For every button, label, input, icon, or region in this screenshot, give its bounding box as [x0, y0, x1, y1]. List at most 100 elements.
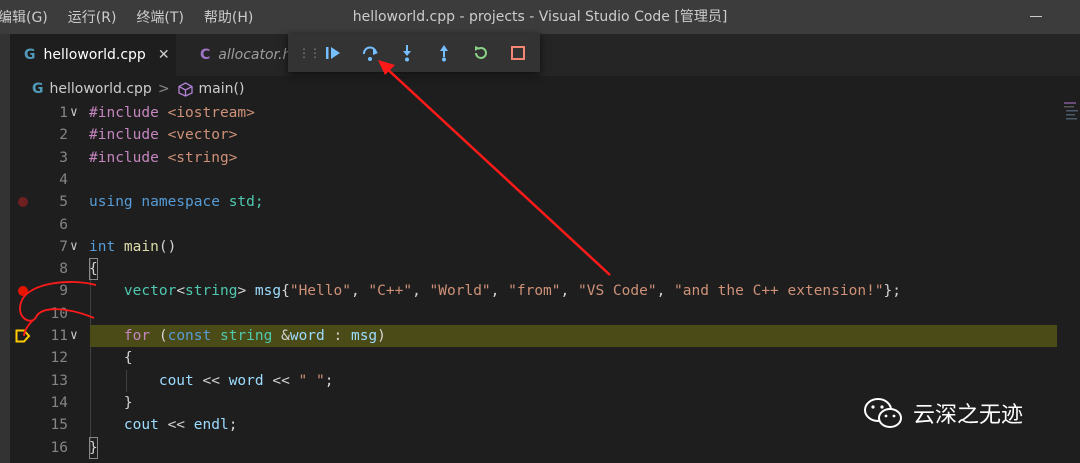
code-line: 3 #include <string>	[10, 147, 1060, 169]
punctuation: &	[272, 328, 290, 344]
variable: msg	[254, 283, 282, 300]
code-line: 9 vector<string> msg{"Hello", "C++", "Wo…	[10, 280, 1060, 302]
line-number: 9	[59, 283, 68, 300]
line-number: 7	[59, 238, 68, 255]
brace: }	[89, 436, 98, 459]
fold-chevron-icon[interactable]: ∨	[70, 102, 78, 124]
variable: word	[289, 328, 325, 344]
code-line: 1 ∨ #include <iostream>	[10, 102, 1060, 124]
breadcrumb-separator: >	[157, 81, 170, 97]
cpp-file-icon: G	[24, 47, 36, 63]
punctuation: ,	[560, 283, 578, 300]
string-literal: "Hello"	[289, 283, 351, 300]
breakpoint-icon[interactable]	[18, 197, 28, 208]
stop-button[interactable]	[499, 38, 536, 68]
continue-button[interactable]	[314, 38, 351, 68]
breadcrumb: G helloworld.cpp > main()	[10, 76, 1080, 102]
breadcrumb-symbol[interactable]: main()	[199, 81, 245, 97]
restart-button[interactable]	[462, 38, 499, 68]
line-number: 11	[50, 328, 68, 344]
punctuation: ;	[324, 372, 334, 389]
operator: <<	[193, 372, 229, 389]
step-into-button[interactable]	[388, 38, 425, 68]
c-file-icon: C	[200, 47, 211, 63]
variable: cout	[158, 372, 194, 389]
cube-icon	[177, 81, 193, 97]
step-over-icon	[362, 46, 378, 61]
code-line: 16 }	[10, 436, 1060, 459]
watermark: 云深之无迹	[863, 396, 1023, 430]
step-out-button[interactable]	[425, 38, 462, 68]
namespace-name: std;	[219, 194, 264, 211]
code-line: 5 using namespace std;	[10, 191, 1060, 213]
punctuation: )	[377, 328, 386, 344]
variable: endl	[193, 417, 229, 434]
type-name: vector	[123, 283, 177, 300]
include-path: <vector>	[158, 127, 238, 144]
string-literal: "C++"	[368, 283, 413, 300]
menu-terminal[interactable]: 终端(T)	[136, 7, 183, 27]
preprocessor-keyword: #include	[89, 149, 159, 166]
menu-bar: 编辑(G) 运行(R) 终端(T) 帮助(H)	[0, 0, 273, 34]
continue-icon	[325, 47, 340, 59]
tab-label: helloworld.cpp	[43, 47, 146, 63]
line-number: 16	[50, 439, 68, 456]
step-over-button[interactable]	[351, 38, 388, 68]
preprocessor-keyword: #include	[89, 127, 159, 144]
variable: cout	[123, 417, 159, 434]
minimap[interactable]	[1062, 100, 1080, 130]
line-number: 8	[59, 261, 68, 278]
stop-icon	[510, 46, 525, 60]
menu-help[interactable]: 帮助(H)	[204, 7, 253, 27]
debug-toolbar: ⋮⋮	[288, 34, 540, 72]
activity-bar	[0, 34, 10, 463]
close-icon[interactable]: ✕	[158, 47, 170, 63]
operator: <<	[263, 372, 299, 389]
fold-chevron-icon[interactable]: ∨	[70, 236, 78, 258]
punctuation: ;	[228, 417, 238, 434]
keyword: namespace	[132, 194, 220, 211]
line-number: 15	[50, 417, 68, 434]
punctuation: (	[150, 328, 168, 344]
line-number: 14	[50, 394, 68, 411]
breadcrumb-file[interactable]: helloworld.cpp	[50, 81, 152, 97]
punctuation: ,	[490, 283, 509, 300]
code-line: 12 {	[10, 347, 1060, 369]
step-into-icon	[402, 45, 411, 62]
variable: msg	[350, 328, 378, 344]
tab-bar: G helloworld.cpp ✕ C allocator.h	[10, 34, 1080, 76]
preprocessor-keyword: #include	[89, 105, 159, 121]
line-number: 4	[59, 171, 68, 188]
type-name: string	[219, 328, 273, 344]
punctuation: {	[281, 283, 290, 300]
string-literal: "World"	[429, 283, 491, 300]
breakpoint-icon[interactable]	[18, 286, 28, 297]
code-line: 4	[10, 169, 1060, 191]
function-name: main	[115, 238, 159, 255]
code-line: 10	[10, 303, 1060, 325]
punctuation: <	[176, 283, 186, 300]
restart-icon	[474, 46, 487, 59]
line-number: 6	[59, 216, 68, 233]
code-line: 8 {	[10, 258, 1060, 281]
punctuation: >	[237, 283, 255, 300]
menu-edit[interactable]: 编辑(G)	[0, 7, 48, 27]
string-literal: "from"	[508, 283, 561, 300]
type-name: string	[185, 283, 238, 300]
keyword: const	[167, 328, 212, 344]
brace: }	[89, 394, 133, 411]
watermark-text: 云深之无迹	[913, 403, 1024, 428]
drag-handle-icon[interactable]: ⋮⋮	[298, 46, 321, 60]
tab-helloworld[interactable]: G helloworld.cpp ✕	[10, 34, 176, 76]
code-line: 2 #include <vector>	[10, 124, 1060, 146]
menu-run[interactable]: 运行(R)	[68, 7, 117, 27]
minimize-button[interactable]	[1030, 16, 1042, 17]
fold-chevron-icon[interactable]: ∨	[70, 325, 78, 347]
current-line: 11 ∨ for (const string &word : msg)	[10, 325, 1060, 348]
punctuation: ,	[412, 283, 430, 300]
variable: word	[228, 372, 264, 389]
